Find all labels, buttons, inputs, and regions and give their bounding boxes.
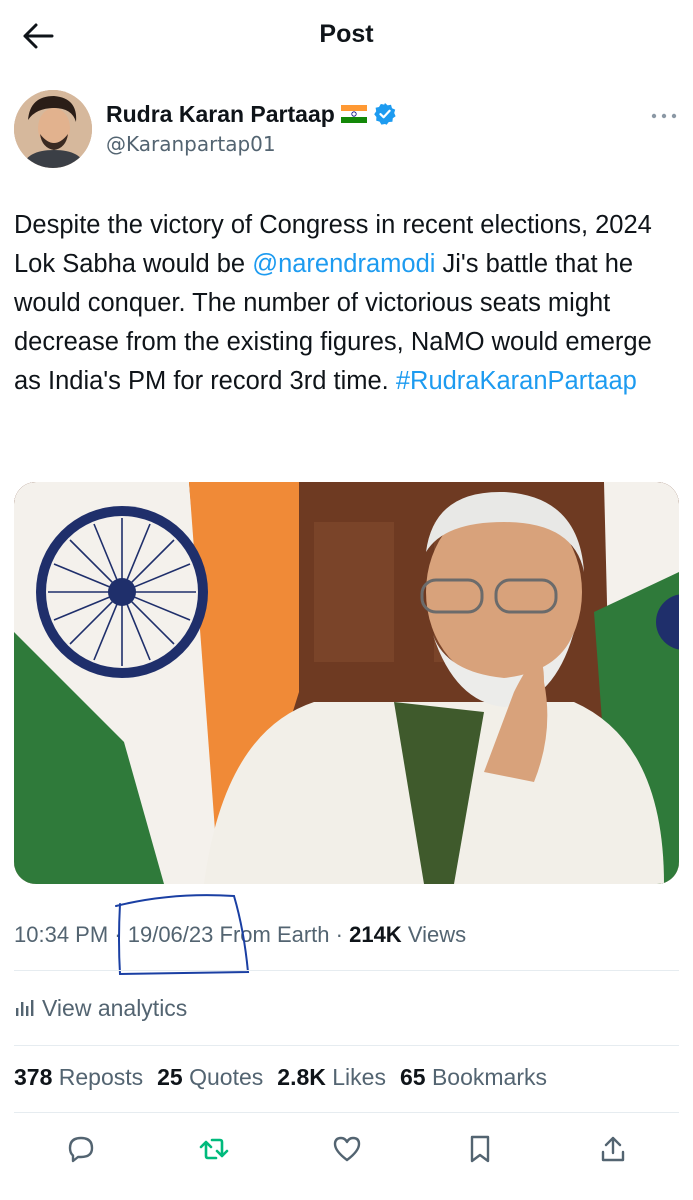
action-bar [14, 1126, 679, 1172]
author-handle[interactable]: @Karanpartap01 [106, 132, 397, 156]
divider [14, 970, 679, 971]
reply-icon [68, 1136, 93, 1163]
views-count: 214K [349, 922, 402, 947]
view-analytics-button[interactable]: View analytics [14, 990, 187, 1026]
repost-icon [199, 1138, 228, 1160]
reposts-label: Reposts [58, 1064, 144, 1090]
likes-stat[interactable]: 2.8K Likes [277, 1064, 386, 1091]
bookmarks-stat[interactable]: 65 Bookmarks [400, 1064, 547, 1091]
mention-link[interactable]: @narendramodi [252, 250, 435, 278]
india-flag-icon [340, 105, 367, 123]
like-button[interactable] [325, 1127, 369, 1171]
reposts-count: 378 [14, 1064, 53, 1090]
share-icon [601, 1136, 624, 1162]
annotation-box [115, 894, 250, 976]
post-time: 10:34 PM [14, 922, 109, 947]
divider [14, 1045, 679, 1046]
reposts-stat[interactable]: 378 Reposts [14, 1064, 143, 1091]
bookmark-icon [470, 1135, 489, 1163]
quotes-stat[interactable]: 25 Quotes [157, 1064, 263, 1091]
top-bar: Post [0, 0, 693, 72]
view-analytics-label: View analytics [42, 994, 188, 1021]
verified-badge-icon [374, 103, 396, 125]
divider [14, 1112, 679, 1113]
quotes-count: 25 [157, 1064, 183, 1090]
post-image[interactable] [14, 482, 679, 884]
reply-button[interactable] [59, 1127, 103, 1171]
bookmarks-count: 65 [399, 1064, 426, 1090]
share-button[interactable] [591, 1127, 635, 1171]
like-icon [333, 1136, 360, 1162]
bookmarks-label: Bookmarks [431, 1064, 547, 1090]
avatar[interactable] [14, 90, 92, 168]
hashtag-link[interactable]: #RudraKaranPartaap [396, 367, 637, 395]
quotes-label: Quotes [189, 1064, 264, 1090]
author-names: Rudra Karan Partaap @Karanpartap01 [106, 100, 397, 156]
views-label: Views [407, 922, 467, 947]
more-dots-icon [651, 113, 677, 119]
likes-label: Likes [332, 1064, 386, 1090]
likes-count: 2.8K [277, 1064, 326, 1090]
analytics-icon [16, 1000, 34, 1016]
post-author: Rudra Karan Partaap @Karanpartap01 [14, 88, 679, 172]
repost-button[interactable] [192, 1127, 236, 1171]
post-text: Despite the victory of Congress in recen… [14, 206, 679, 401]
post-stats: 378 Reposts 25 Quotes 2.8K Likes 65 Book… [14, 1064, 547, 1091]
display-name[interactable]: Rudra Karan Partaap [106, 101, 335, 128]
bookmark-button[interactable] [458, 1127, 502, 1171]
page-title: Post [319, 20, 374, 48]
more-options-button[interactable] [649, 106, 679, 126]
